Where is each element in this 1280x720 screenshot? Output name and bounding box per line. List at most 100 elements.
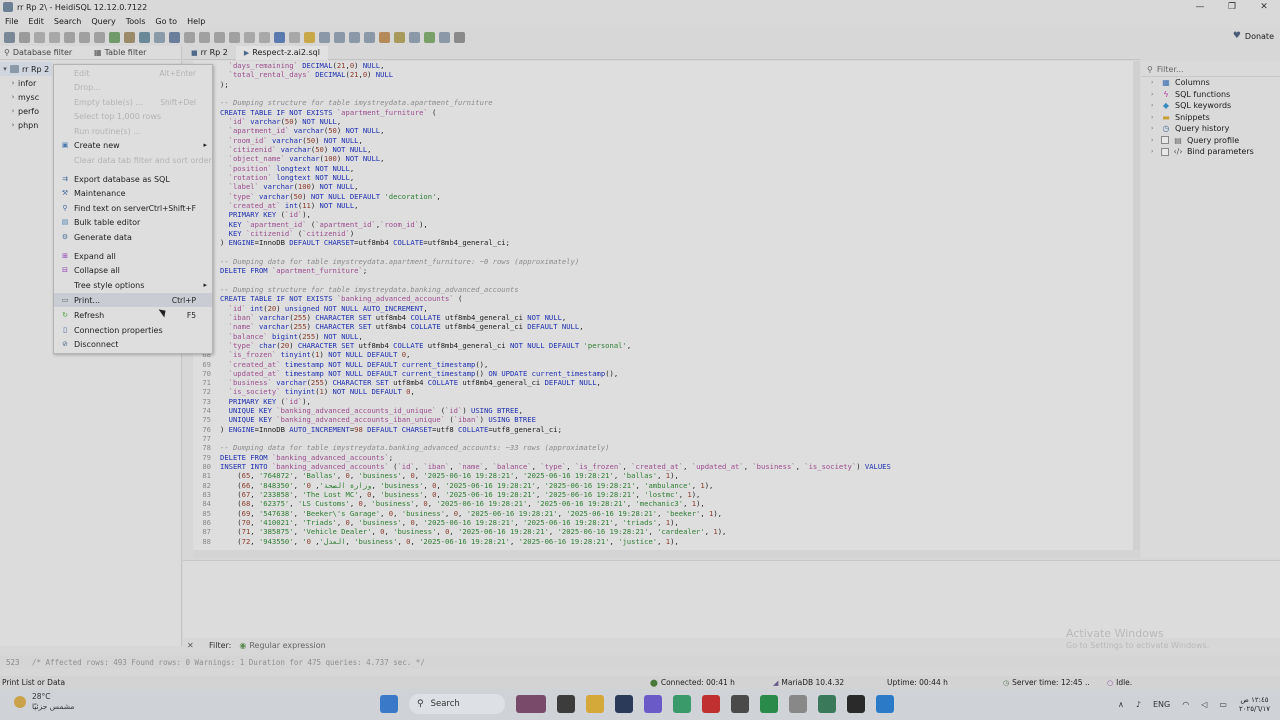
app-icon[interactable] bbox=[760, 695, 778, 713]
donate-button[interactable]: ♥ Donate bbox=[1233, 31, 1274, 41]
settings-icon[interactable] bbox=[409, 32, 420, 43]
menu-item-disconnect[interactable]: ⊘ Disconnect bbox=[54, 337, 212, 351]
expand-icon[interactable]: › bbox=[8, 121, 18, 129]
menu-item-tree-style-options[interactable]: Tree style options ▸ bbox=[54, 278, 212, 292]
minimize-button[interactable]: — bbox=[1184, 0, 1216, 14]
wifi-icon[interactable]: ◠ bbox=[1182, 700, 1189, 709]
cancel-icon[interactable] bbox=[259, 32, 270, 43]
table-filter[interactable]: ▦ Table filter bbox=[90, 48, 180, 57]
editor-vertical-scrollbar[interactable] bbox=[1133, 61, 1140, 550]
chrome-icon[interactable] bbox=[673, 695, 691, 713]
menu-tools[interactable]: Tools bbox=[121, 17, 151, 26]
menu-edit[interactable]: Edit bbox=[23, 17, 49, 26]
copy-icon[interactable] bbox=[34, 32, 45, 43]
format-icon[interactable] bbox=[424, 32, 435, 43]
run-query-icon[interactable] bbox=[274, 32, 285, 43]
acrobat-icon[interactable] bbox=[702, 695, 720, 713]
find-icon[interactable] bbox=[94, 32, 105, 43]
find-replace-icon[interactable] bbox=[364, 32, 375, 43]
close-window-button[interactable]: ✕ bbox=[1248, 0, 1280, 14]
tree-item-session[interactable]: ▾ rr Rp 2 bbox=[0, 62, 52, 76]
expand-icon[interactable]: › bbox=[1151, 137, 1161, 144]
database-filter[interactable]: ⚲ Database filter bbox=[0, 48, 90, 57]
close-filter-icon[interactable]: ✕ bbox=[187, 641, 199, 650]
user-manager-icon[interactable] bbox=[154, 32, 165, 43]
settings-gear-icon[interactable] bbox=[789, 695, 807, 713]
menu-query[interactable]: Query bbox=[86, 17, 120, 26]
menu-item-export-database-as-sql[interactable]: ⇉ Export database as SQL bbox=[54, 172, 212, 186]
run-options-icon[interactable] bbox=[289, 32, 300, 43]
expand-icon[interactable]: › bbox=[8, 79, 18, 87]
github-icon[interactable] bbox=[731, 695, 749, 713]
console-icon[interactable] bbox=[847, 695, 865, 713]
tab-host[interactable]: ■ rr Rp 2 bbox=[183, 46, 236, 60]
maximize-button[interactable]: ❐ bbox=[1216, 0, 1248, 14]
prev-icon[interactable] bbox=[199, 32, 210, 43]
regex-toggle[interactable]: ◉ Regular expression bbox=[239, 641, 325, 650]
disconnect-icon[interactable] bbox=[19, 32, 30, 43]
refresh-icon[interactable] bbox=[109, 32, 120, 43]
search-icon[interactable] bbox=[349, 32, 360, 43]
tab-query-file[interactable]: ▶ Respect-z.ai2.sql bbox=[235, 45, 328, 60]
format-sql-icon[interactable] bbox=[379, 32, 390, 43]
checkbox[interactable] bbox=[1161, 136, 1169, 145]
toggle-icon[interactable] bbox=[439, 32, 450, 43]
weather-widget[interactable]: 28°C مشمس جزئيًا bbox=[14, 692, 74, 712]
terminal-icon[interactable] bbox=[557, 695, 575, 713]
menu-item-collapse-all[interactable]: ⊟ Collapse all bbox=[54, 263, 212, 277]
menu-help[interactable]: Help bbox=[182, 17, 210, 26]
vscode-icon[interactable] bbox=[876, 695, 894, 713]
windows-start-icon[interactable] bbox=[380, 695, 398, 713]
menu-item-generate-data[interactable]: ⚙ Generate data bbox=[54, 230, 212, 244]
taskbar-search[interactable]: ⚲ Search bbox=[409, 694, 505, 714]
helper-item-columns[interactable]: › ▦ Columns bbox=[1141, 77, 1280, 89]
collapse-icon[interactable]: ▾ bbox=[0, 65, 10, 73]
steam-icon[interactable] bbox=[615, 695, 633, 713]
last-icon[interactable] bbox=[229, 32, 240, 43]
undo-icon[interactable] bbox=[64, 32, 75, 43]
open-file-icon[interactable] bbox=[304, 32, 315, 43]
expand-icon[interactable]: › bbox=[1151, 102, 1161, 109]
exit-icon[interactable] bbox=[454, 32, 465, 43]
expand-icon[interactable]: › bbox=[1151, 91, 1161, 98]
helpers-filter[interactable]: ⚲ Filter... bbox=[1141, 63, 1280, 77]
menu-item-print[interactable]: ▭ Print... Ctrl+P bbox=[54, 293, 212, 307]
helper-item-sql-keywords[interactable]: › ◆ SQL keywords bbox=[1141, 100, 1280, 112]
file-explorer-icon[interactable] bbox=[586, 695, 604, 713]
helper-item-snippets[interactable]: › ▬ Snippets bbox=[1141, 112, 1280, 124]
redo-icon[interactable] bbox=[79, 32, 90, 43]
menu-item-connection-properties[interactable]: ▯ Connection properties bbox=[54, 323, 212, 337]
save-snippet-icon[interactable] bbox=[334, 32, 345, 43]
code-area[interactable]: `days_remaining` DECIMAL(21,0) NULL, `to… bbox=[220, 61, 1130, 550]
discord-icon[interactable] bbox=[644, 695, 662, 713]
expand-icon[interactable]: › bbox=[1151, 79, 1161, 86]
editor-horizontal-scrollbar[interactable] bbox=[193, 550, 1140, 558]
menu-item-create-new[interactable]: ▣ Create new ▸ bbox=[54, 138, 212, 152]
helper-item-query-history[interactable]: › ◷ Query history bbox=[1141, 123, 1280, 135]
volume-icon[interactable]: ◁ bbox=[1201, 700, 1207, 709]
helper-item-query-profile[interactable]: › ▤ Query profile bbox=[1141, 135, 1280, 147]
menu-file[interactable]: File bbox=[0, 17, 23, 26]
next-icon[interactable] bbox=[214, 32, 225, 43]
menu-item-maintenance[interactable]: ⚒ Maintenance bbox=[54, 186, 212, 200]
menu-search[interactable]: Search bbox=[49, 17, 86, 26]
expand-icon[interactable]: › bbox=[1151, 125, 1161, 132]
expand-icon[interactable]: › bbox=[1151, 114, 1161, 121]
menu-goto[interactable]: Go to bbox=[150, 17, 182, 26]
menu-item-find-text-on-server[interactable]: ⚲ Find text on server Ctrl+Shift+F bbox=[54, 201, 212, 215]
menu-item-expand-all[interactable]: ⊞ Expand all bbox=[54, 249, 212, 263]
expand-icon[interactable]: › bbox=[8, 93, 18, 101]
paste-icon[interactable] bbox=[49, 32, 60, 43]
save-file-icon[interactable] bbox=[319, 32, 330, 43]
battery-icon[interactable]: ▭ bbox=[1219, 700, 1227, 709]
microphone-icon[interactable]: ♪ bbox=[1136, 700, 1141, 709]
query-builder-icon[interactable] bbox=[394, 32, 405, 43]
sql-editor[interactable]: 68 69 70 71 72 73 74 75 76 77 78 79 80 81 82 83 84 85 86 87… bbox=[193, 61, 1133, 550]
heidisql-taskbar-icon[interactable] bbox=[818, 695, 836, 713]
widgets-icon[interactable] bbox=[516, 695, 546, 713]
help-icon[interactable] bbox=[169, 32, 180, 43]
export-icon[interactable] bbox=[124, 32, 135, 43]
helper-item-bind-parameters[interactable]: › ‹/› Bind parameters bbox=[1141, 146, 1280, 158]
checkbox[interactable] bbox=[1161, 147, 1169, 156]
helper-item-sql-functions[interactable]: › ϟ SQL functions bbox=[1141, 89, 1280, 101]
